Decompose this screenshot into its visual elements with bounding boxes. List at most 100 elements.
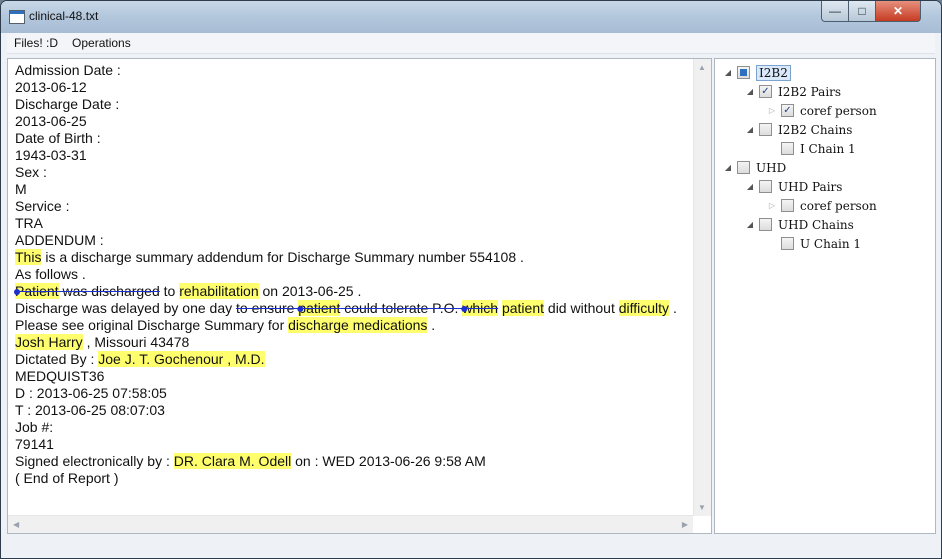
document-line: 2013-06-25 (15, 113, 689, 130)
checkbox-icon[interactable] (781, 199, 794, 212)
annotation-mention[interactable]: Josh Harry (15, 334, 83, 350)
text-span: was discharged (58, 283, 160, 299)
checkbox-icon[interactable] (781, 237, 794, 250)
annotation-mention[interactable]: Joe J. T. Gochenour , M.D. (98, 351, 265, 367)
text-span: Discharge was delayed by one day (15, 300, 237, 316)
tree-node[interactable]: I Chain 1 (767, 139, 856, 158)
tree-node[interactable]: ◢ UHD Pairs (745, 177, 843, 196)
checkbox-icon[interactable] (759, 123, 772, 136)
collapse-arrow-icon[interactable]: ◢ (745, 125, 755, 134)
annotation-mention[interactable]: This (15, 249, 42, 265)
title-bar[interactable]: clinical-48.txt — □ ✕ (1, 1, 941, 33)
tree-node-label: coref person (800, 198, 877, 213)
text-span: 2013-06-12 (15, 79, 87, 95)
text-span: could tolerate P.O. (340, 300, 463, 316)
text-span: Sex : (15, 164, 47, 180)
text-span: is a discharge summary addendum for Disc… (41, 249, 524, 265)
collapse-arrow-icon[interactable]: ◢ (723, 68, 733, 77)
document-line: Discharge was delayed by one day to ensu… (15, 300, 689, 317)
document-line: Josh Harry , Missouri 43478 (15, 334, 689, 351)
document-line: Admission Date : (15, 62, 689, 79)
minimize-button[interactable]: — (821, 1, 849, 22)
text-span: on : WED 2013-06-26 9:58 AM (291, 453, 486, 469)
document-editor[interactable]: Admission Date :2013-06-12 Discharge Date… (7, 58, 712, 534)
annotation-tree[interactable]: ◢ I2B2 ◢ ✓ I2B2 Pairs ▷ ✓ coref person ◢ I2B2 Cha… (714, 58, 936, 534)
annotation-mention[interactable]: which (462, 300, 499, 316)
checkbox-icon[interactable]: ✓ (759, 85, 772, 98)
annotation-mention[interactable]: DR. Clara M. Odell (173, 453, 292, 469)
tree-node-label: UHD Chains (778, 217, 854, 232)
maximize-icon: □ (858, 4, 866, 18)
text-span: to (159, 283, 180, 299)
text-span: on 2013-06-25 . (258, 283, 362, 299)
maximize-button[interactable]: □ (848, 1, 876, 22)
text-span: , Missouri 43478 (82, 334, 190, 350)
text-span: Service : (15, 198, 70, 214)
text-span: . (669, 300, 677, 316)
text-span: D : 2013-06-25 07:58:05 (15, 385, 167, 401)
document-line: Patient was discharged to rehabilitation… (15, 283, 689, 300)
text-span: 79141 (15, 436, 54, 452)
tree-node-label: coref person (800, 103, 877, 118)
document-line: Discharge Date : (15, 96, 689, 113)
document-line: Dictated By : Joe J. T. Gochenour , M.D. (15, 351, 689, 368)
checkbox-icon[interactable] (759, 180, 772, 193)
annotation-mention[interactable]: difficulty (618, 300, 670, 316)
text-span: Signed electronically by : (15, 453, 174, 469)
tree-node-label: I2B2 Chains (778, 122, 853, 137)
text-span: T : 2013-06-25 08:07:03 (15, 402, 165, 418)
document-line: Job #: (15, 419, 689, 436)
document-text[interactable]: Admission Date :2013-06-12 Discharge Date… (15, 62, 689, 487)
document-line: TRA (15, 215, 689, 232)
annotation-mention[interactable]: discharge medications (288, 317, 428, 333)
document-line: D : 2013-06-25 07:58:05 (15, 385, 689, 402)
checkbox-icon[interactable] (737, 161, 750, 174)
tree-node[interactable]: ▷ ✓ coref person (767, 101, 877, 120)
annotation-mention[interactable]: patient (501, 300, 545, 316)
collapse-arrow-icon[interactable]: ◢ (723, 163, 733, 172)
vertical-scrollbar[interactable]: ▲ ▼ (693, 59, 711, 516)
tree-node[interactable]: ◢ UHD (723, 158, 786, 177)
close-button[interactable]: ✕ (875, 1, 921, 22)
checkbox-icon[interactable] (737, 66, 750, 79)
menu-files[interactable]: Files! :D (7, 36, 65, 50)
collapse-arrow-icon[interactable]: ◢ (745, 87, 755, 96)
status-bar (1, 534, 941, 558)
text-span: Please see original Discharge Summary fo… (15, 317, 289, 333)
collapse-arrow-icon[interactable]: ◢ (745, 182, 755, 191)
text-span: TRA (15, 215, 43, 231)
scroll-up-icon[interactable]: ▲ (698, 63, 706, 72)
checkbox-icon[interactable]: ✓ (781, 104, 794, 117)
document-line: 79141 (15, 436, 689, 453)
scroll-down-icon[interactable]: ▼ (698, 503, 706, 512)
checkbox-icon[interactable] (781, 142, 794, 155)
text-span: did without (544, 300, 619, 316)
text-span: Dictated By : (15, 351, 99, 367)
menu-operations[interactable]: Operations (65, 36, 138, 50)
document-line: Signed electronically by : DR. Clara M. … (15, 453, 689, 470)
tree-node[interactable]: ◢ I2B2 (723, 63, 791, 82)
checkbox-icon[interactable] (759, 218, 772, 231)
tree-node-label: U Chain 1 (800, 236, 862, 251)
text-span: As follows . (15, 266, 86, 282)
text-span: to ensure (236, 300, 299, 316)
document-line: Sex : (15, 164, 689, 181)
scroll-left-icon[interactable]: ◀ (13, 520, 19, 529)
document-line: ADDENDUM : (15, 232, 689, 249)
annotation-mention[interactable]: rehabilitation (179, 283, 259, 299)
minimize-icon: — (829, 4, 841, 18)
tree-node[interactable]: ▷ coref person (767, 196, 877, 215)
text-span: ( End of Report ) (15, 470, 119, 486)
collapse-arrow-icon[interactable]: ◢ (745, 220, 755, 229)
expand-arrow-icon[interactable]: ▷ (767, 201, 777, 210)
annotation-mention[interactable]: Patient (15, 283, 59, 299)
tree-node[interactable]: ◢ UHD Chains (745, 215, 854, 234)
expand-arrow-icon[interactable]: ▷ (767, 106, 777, 115)
scroll-right-icon[interactable]: ▶ (682, 520, 688, 529)
horizontal-scrollbar[interactable]: ◀ ▶ (8, 515, 693, 533)
tree-node[interactable]: U Chain 1 (767, 234, 861, 253)
tree-node-label: UHD (756, 160, 787, 175)
tree-node[interactable]: ◢ I2B2 Chains (745, 120, 853, 139)
tree-node[interactable]: ◢ ✓ I2B2 Pairs (745, 82, 841, 101)
annotation-mention[interactable]: patient (298, 300, 341, 316)
